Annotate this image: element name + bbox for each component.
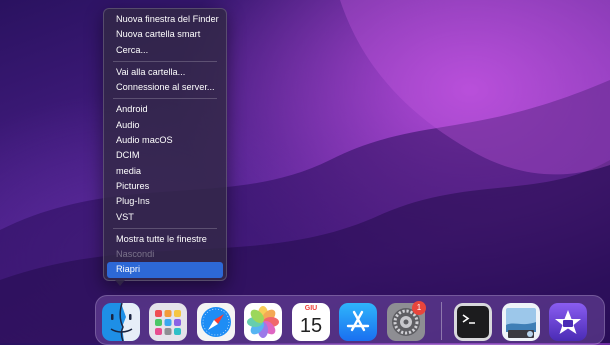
menu-item-riapri[interactable]: Riapri [107,262,223,278]
terminal-icon[interactable] [454,303,492,341]
menu-item-media[interactable]: media [107,164,223,179]
photos-icon[interactable] [244,303,282,341]
finder-icon[interactable] [102,303,140,341]
menu-item-plug-ins[interactable]: Plug-Ins [107,194,223,209]
launchpad-icon[interactable] [149,303,187,341]
finder-dock-context-menu: Nuova finestra del Finder Nuova cartella … [103,8,227,281]
menu-item-audio-macos[interactable]: Audio macOS [107,133,223,148]
menu-item-mostra-tutte-le-finestre[interactable]: Mostra tutte le finestre [107,232,223,247]
menu-separator [113,60,217,62]
notification-badge: 1 [412,301,426,315]
wallpaper [0,0,610,343]
menu-item-connessione-al-server[interactable]: Connessione al server... [107,80,223,95]
menu-item-dcim[interactable]: DCIM [107,148,223,163]
menu-item-vst[interactable]: VST [107,210,223,225]
preview-icon[interactable] [502,303,540,341]
menu-separator [113,98,217,100]
imovie-icon[interactable] [549,303,587,341]
calendar-icon[interactable]: GIU 15 [292,303,330,341]
safari-icon[interactable] [197,303,235,341]
dock-separator [441,302,442,340]
menu-item-cerca[interactable]: Cerca... [107,43,223,58]
context-menu-pointer [115,280,125,286]
calendar-day: 15 [299,315,323,337]
menu-separator [113,227,217,229]
menu-item-nuova-cartella-smart[interactable]: Nuova cartella smart [107,27,223,42]
menu-item-nuova-finestra-del-finder[interactable]: Nuova finestra del Finder [107,12,223,27]
menu-item-pictures[interactable]: Pictures [107,179,223,194]
calendar-month: GIU [304,305,318,312]
app-store-icon[interactable] [339,303,377,341]
menu-item-android[interactable]: Android [107,102,223,117]
menu-item-nascondi: Nascondi [116,249,155,260]
menu-item-vai-alla-cartella[interactable]: Vai alla cartella... [107,65,223,80]
menu-item-audio[interactable]: Audio [107,118,223,133]
